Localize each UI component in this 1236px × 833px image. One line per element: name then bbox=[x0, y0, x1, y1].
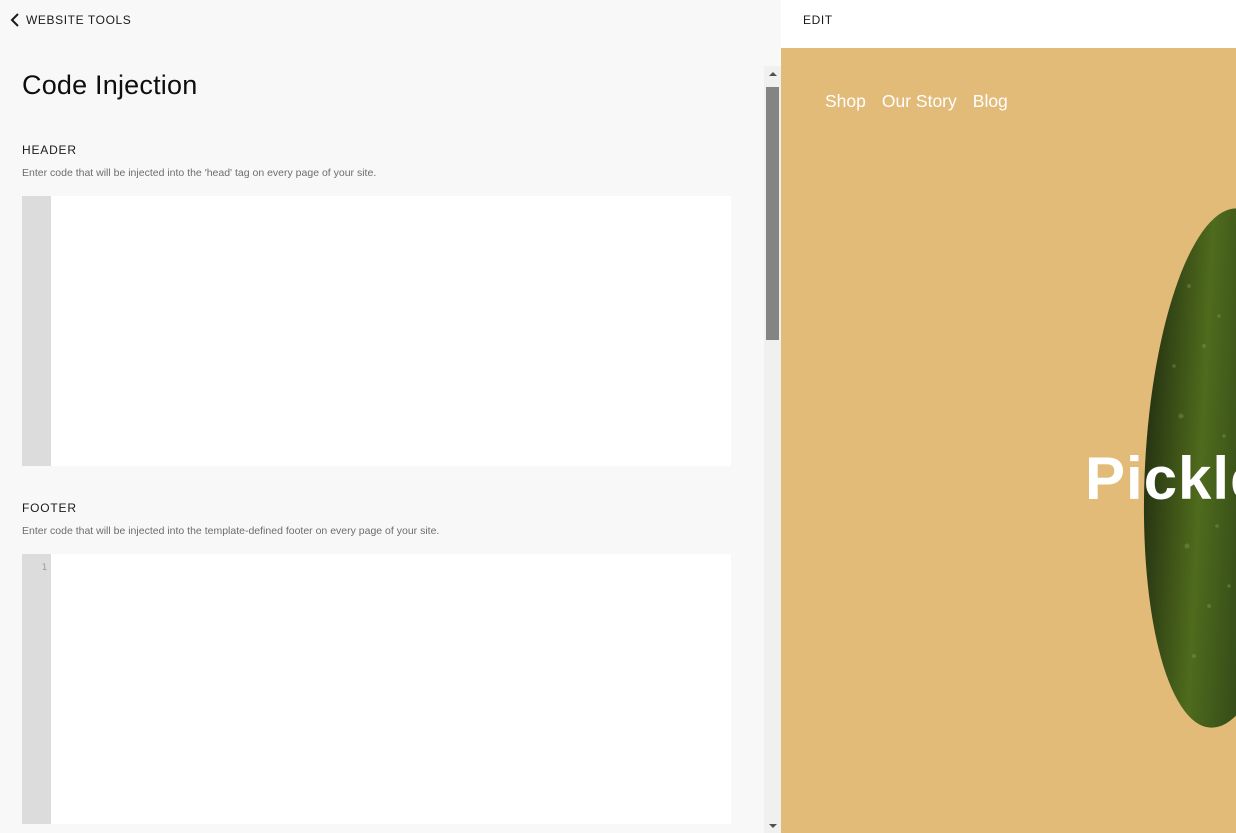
back-to-website-tools-link[interactable]: WEBSITE TOOLS bbox=[10, 11, 131, 29]
preview-toolbar: EDIT bbox=[781, 0, 1236, 48]
line-number-gutter bbox=[22, 196, 51, 466]
scroll-thumb[interactable] bbox=[766, 87, 779, 340]
nav-link-our-story[interactable]: Our Story bbox=[882, 91, 957, 112]
line-number-gutter: 1 bbox=[22, 554, 51, 824]
nav-link-shop[interactable]: Shop bbox=[825, 91, 866, 112]
triangle-up-icon bbox=[768, 71, 777, 76]
footer-section-title: FOOTER bbox=[22, 501, 77, 515]
nav-link-blog[interactable]: Blog bbox=[973, 91, 1008, 112]
site-navigation: Shop Our Story Blog bbox=[825, 91, 1008, 112]
header-code-input[interactable] bbox=[51, 196, 731, 466]
footer-code-editor[interactable]: 1 bbox=[22, 554, 731, 824]
panel-scrollbar[interactable] bbox=[764, 66, 781, 833]
footer-code-input[interactable] bbox=[51, 554, 731, 824]
header-section-title: HEADER bbox=[22, 143, 77, 157]
line-number: 1 bbox=[41, 563, 47, 573]
settings-panel: WEBSITE TOOLS Code Injection HEADER Ente… bbox=[0, 0, 781, 833]
scroll-down-button[interactable] bbox=[764, 818, 781, 833]
hero-title: Pickle bbox=[1085, 445, 1236, 512]
site-preview[interactable]: Shop Our Story Blog Pickle bbox=[781, 48, 1236, 833]
scroll-up-button[interactable] bbox=[764, 66, 781, 81]
header-section-description: Enter code that will be injected into th… bbox=[22, 167, 377, 179]
edit-button[interactable]: EDIT bbox=[803, 13, 833, 27]
triangle-down-icon bbox=[768, 823, 777, 828]
chevron-left-icon bbox=[10, 13, 19, 27]
back-link-label: WEBSITE TOOLS bbox=[26, 13, 132, 27]
footer-section-description: Enter code that will be injected into th… bbox=[22, 525, 440, 537]
page-title: Code Injection bbox=[22, 70, 198, 100]
header-code-editor[interactable] bbox=[22, 196, 731, 466]
